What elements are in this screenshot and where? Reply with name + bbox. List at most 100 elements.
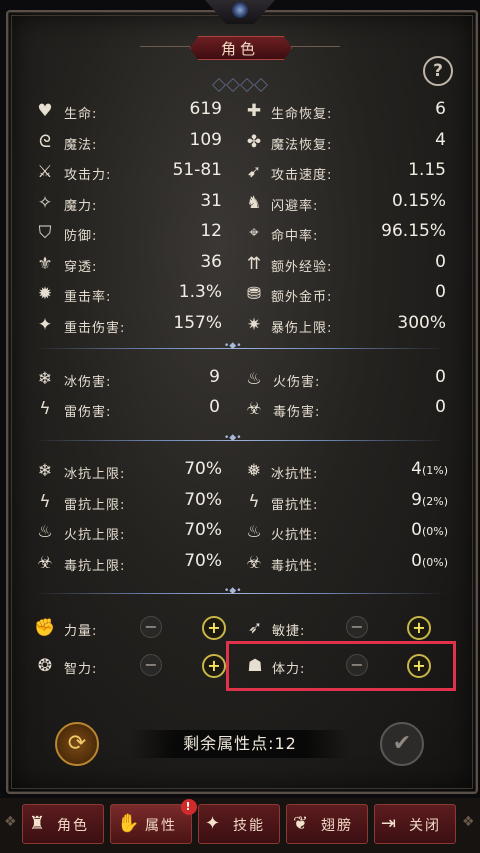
stat-value: 1.15 — [408, 160, 446, 180]
stat-label: 穿透: — [64, 259, 98, 275]
tab-wings[interactable]: ❦ 翅膀 — [286, 804, 368, 844]
section-divider — [34, 586, 446, 596]
stat-row: ♥ 生命: 619 — [34, 97, 244, 125]
stat-row: ♨ 火伤害: 0 — [243, 365, 453, 393]
stat-row: ⚔ 攻击力: 51-81 — [34, 158, 244, 186]
stat-value-group: 51-81 — [173, 160, 222, 180]
reset-button[interactable]: ⟳ — [55, 722, 99, 766]
strength-plus-button[interactable]: + — [202, 616, 226, 640]
stat-value: 96.15% — [381, 221, 446, 241]
hand-icon: ✋ — [117, 813, 142, 834]
stat-value-group: 31 — [200, 191, 222, 211]
stat-label: 冰伤害: — [64, 375, 112, 390]
ornament-divider-top — [200, 77, 280, 93]
stat-label: 冰抗上限: — [64, 467, 126, 482]
stat-value: 0 — [411, 550, 422, 571]
stat-row: ✦ 重击伤害: 157% — [34, 311, 244, 339]
stat-label: 火抗性: — [271, 528, 319, 543]
stat-row: ⛉ 防御: 12 — [34, 219, 244, 247]
remaining-points: 剩余属性点:12 — [130, 730, 350, 758]
stat-label: 额外经验: — [271, 259, 333, 275]
poison-resist-icon: ☣ — [246, 552, 262, 573]
stat-value-group: 109 — [190, 130, 222, 150]
section-divider — [34, 341, 446, 351]
stat-row: ♞ 闪避率: 0.15% — [243, 189, 453, 217]
agility-minus-button[interactable]: − — [346, 616, 368, 638]
stat-value-group: 4 — [435, 130, 446, 150]
stat-value-group: 300% — [397, 313, 446, 333]
stat-value: 0 — [411, 520, 422, 540]
help-button[interactable]: ? — [423, 56, 453, 86]
stat-value-group: 12 — [200, 221, 222, 241]
running-icon: ➶ — [247, 618, 263, 638]
gem-ornament-icon — [232, 2, 248, 18]
stat-percent: (0%) — [421, 555, 448, 569]
stat-row: ϟ 雷伤害: 0 — [34, 395, 244, 423]
attribute-label: 敏捷: — [272, 624, 306, 639]
stat-label: 攻击速度: — [271, 168, 333, 183]
confirm-button[interactable]: ✔ — [380, 722, 424, 766]
stat-percent: (2%) — [421, 494, 448, 508]
stat-row: ➹ 攻击速度: 1.15 — [243, 158, 453, 186]
tab-close[interactable]: ⇥ 关闭 — [374, 804, 456, 844]
stat-row: ⛃ 额外金币: 0 — [243, 280, 453, 308]
stat-value: 4 — [411, 459, 422, 479]
stat-label: 防御: — [64, 229, 98, 244]
stat-value: 619 — [189, 99, 222, 119]
refresh-icon: ⟳ — [67, 731, 87, 756]
stat-label: 额外金币: — [271, 290, 333, 305]
stat-value: 70% — [184, 459, 222, 479]
swirl-magic-icon: ᘓ — [39, 131, 51, 152]
stat-value-group: 0 — [435, 282, 446, 302]
stat-value: 31 — [200, 190, 222, 211]
fire-resist-cap-icon: ♨ — [37, 522, 53, 542]
tab-skills[interactable]: ✦ 技能 — [198, 804, 280, 844]
stat-value-group: 1.15 — [408, 160, 446, 180]
stat-row: ☣ 毒抗性: 0(0%) — [243, 549, 453, 577]
tab-character[interactable]: ♜ 角色 — [22, 804, 104, 844]
stat-percent: (0%) — [421, 525, 448, 538]
stat-value: 0.15% — [391, 190, 446, 211]
heavy-strike-icon: ✹ — [37, 284, 53, 304]
stat-row: ✷ 暴伤上限: 300% — [243, 311, 453, 339]
stat-value: 300% — [397, 312, 446, 333]
stat-value-group: 6 — [435, 99, 446, 119]
stat-value: 70% — [184, 489, 222, 510]
stat-value-group: 70% — [184, 551, 222, 571]
stat-row: ✧ 魔力: 31 — [34, 189, 244, 217]
corner-ornament-icon: ❖ — [4, 814, 17, 830]
armor-icon: ♜ — [29, 813, 48, 834]
stat-label: 火抗上限: — [64, 528, 126, 543]
agility-plus-button[interactable]: + — [407, 616, 431, 640]
tab-attributes[interactable]: ✋ 属性 ! — [110, 799, 197, 844]
checkmark-icon: ✔ — [392, 731, 412, 756]
intelligence-minus-button[interactable]: − — [140, 654, 162, 676]
stat-value-group: 0 — [435, 252, 446, 272]
stat-label: 魔力: — [64, 198, 98, 214]
stat-value: 109 — [189, 129, 222, 150]
stat-label: 雷抗上限: — [64, 497, 126, 513]
stat-row: ♨ 火抗上限: 70% — [34, 518, 244, 546]
fist-icon: ✊ — [34, 618, 56, 638]
fire-resist-icon: ♨ — [246, 522, 262, 542]
stat-value: 0 — [435, 251, 446, 272]
stat-label: 毒抗上限: — [64, 558, 126, 574]
extra-exp-icon: ⇈ — [246, 253, 262, 274]
stat-value-group: 70% — [184, 520, 222, 540]
lightning-icon: ϟ — [39, 399, 51, 419]
stat-row: ✤ 魔法恢复: 4 — [243, 128, 453, 156]
strength-minus-button[interactable]: − — [140, 616, 162, 638]
intelligence-plus-button[interactable]: + — [202, 654, 226, 678]
section-divider — [34, 433, 446, 443]
stat-label: 重击率: — [64, 290, 112, 305]
stat-label: 冰抗性: — [271, 467, 319, 482]
stat-label: 毒伤害: — [273, 405, 321, 420]
stat-value: 157% — [173, 312, 222, 333]
heavy-damage-icon: ✦ — [37, 314, 53, 335]
stat-row: ⇈ 额外经验: 0 — [243, 250, 453, 278]
tab-label: 关闭 — [409, 818, 441, 834]
pierce-icon: ⚜ — [37, 253, 53, 274]
stat-value-group: 619 — [190, 99, 222, 119]
stat-value-group: 9(2%) — [411, 490, 448, 510]
stat-label: 暴伤上限: — [271, 320, 333, 336]
